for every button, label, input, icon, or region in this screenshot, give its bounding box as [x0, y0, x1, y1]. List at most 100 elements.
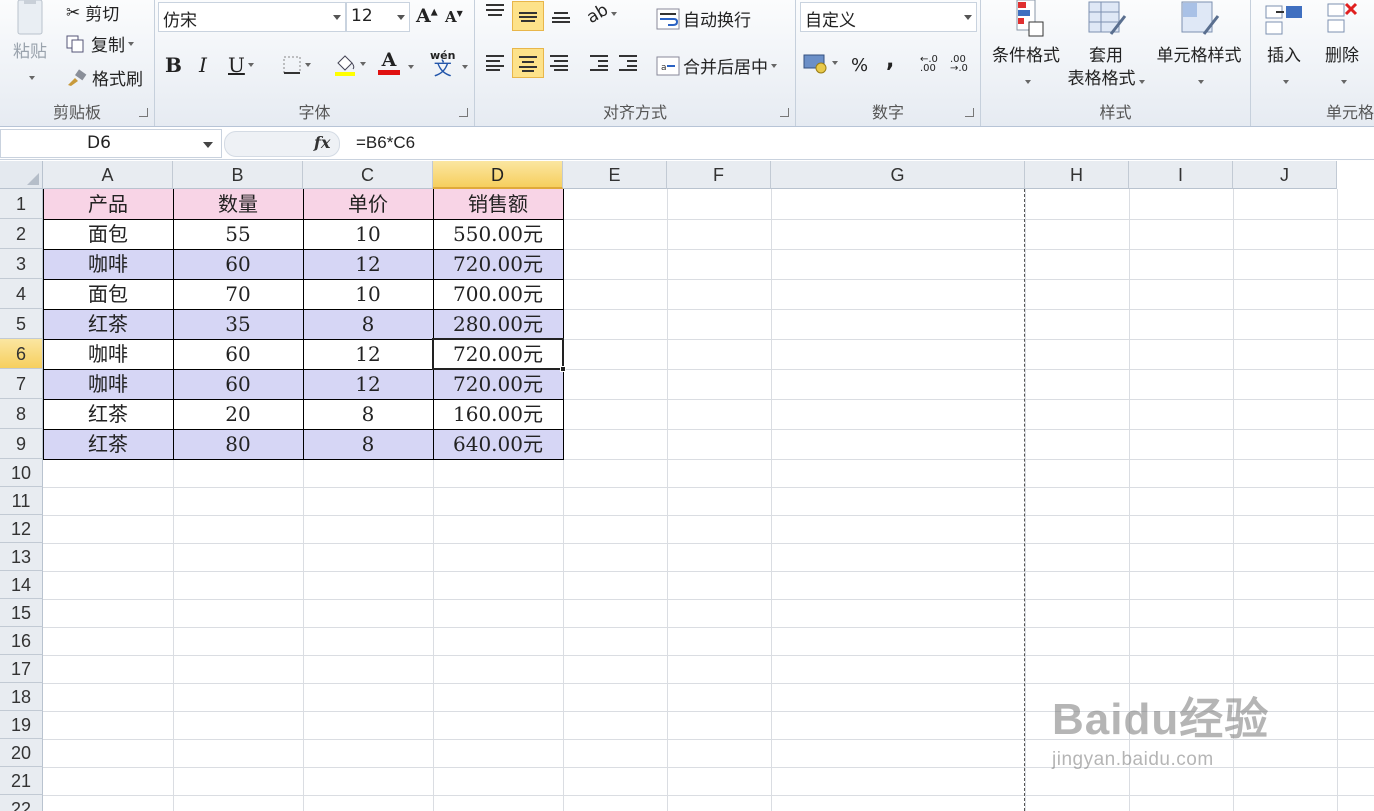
row-header-21[interactable]: 21 [0, 767, 43, 795]
comma-button[interactable]: , [886, 48, 894, 73]
paste-button[interactable]: 粘贴 [6, 0, 54, 87]
font-launcher-icon[interactable] [459, 108, 468, 117]
cell-c2[interactable]: 10 [303, 219, 433, 249]
cell-d3[interactable]: 720.00元 [433, 249, 563, 279]
grow-font-button[interactable]: A▲ [416, 5, 438, 27]
cut-button[interactable]: ✂ 剪切 [66, 0, 119, 26]
clipboard-launcher-icon[interactable] [139, 108, 148, 117]
cell-b2[interactable]: 55 [173, 219, 303, 249]
align-right-button[interactable] [548, 53, 570, 71]
cell-a5[interactable]: 红茶 [43, 309, 173, 339]
cell-b6[interactable]: 60 [173, 339, 303, 369]
middle-align-button[interactable] [512, 1, 544, 31]
insert-button[interactable]: 插入 [1257, 0, 1311, 91]
select-all-button[interactable] [0, 161, 43, 189]
column-header-f[interactable]: F [667, 161, 771, 189]
cell-styles-button[interactable]: 单元格样式 [1150, 0, 1248, 91]
cell-styles-dropdown-icon[interactable] [1197, 80, 1204, 84]
cell-c3[interactable]: 12 [303, 249, 433, 279]
delete-dropdown-icon[interactable] [1340, 80, 1347, 84]
column-header-e[interactable]: E [563, 161, 667, 189]
decrease-indent-button[interactable] [588, 53, 610, 71]
cell-a6[interactable]: 咖啡 [43, 339, 173, 369]
cell-b3[interactable]: 60 [173, 249, 303, 279]
cell-c9[interactable]: 8 [303, 429, 433, 459]
number-format-dropdown-icon[interactable] [964, 15, 972, 20]
header-cell-b1[interactable]: 数量 [173, 189, 303, 219]
font-name-combo[interactable]: 仿宋 [158, 2, 346, 32]
row-header-3[interactable]: 3 [0, 249, 43, 279]
align-center-button[interactable] [512, 48, 544, 78]
cell-d8[interactable]: 160.00元 [433, 399, 563, 429]
merge-center-button[interactable]: a 合并后居中 [656, 53, 777, 78]
row-header-18[interactable]: 18 [0, 683, 43, 711]
header-cell-d1[interactable]: 销售额 [433, 189, 563, 219]
cell-c5[interactable]: 8 [303, 309, 433, 339]
merge-center-dropdown-icon[interactable] [771, 63, 777, 68]
borders-dropdown-icon[interactable] [305, 63, 311, 67]
name-box[interactable]: D6 [0, 129, 222, 158]
worksheet-grid[interactable]: ABCDEFGHIJ 1 2 3 4 5 6 7 8 9 10 11 12 13 14 15 16 17 18 19… [0, 161, 1374, 811]
row-header-1[interactable]: 1 [0, 189, 43, 219]
cell-a2[interactable]: 面包 [43, 219, 173, 249]
formula-input[interactable]: =B6*C6 [356, 133, 415, 153]
accounting-format-button[interactable] [803, 52, 838, 74]
cell-a4[interactable]: 面包 [43, 279, 173, 309]
fill-color-dropdown-icon[interactable] [360, 62, 366, 66]
shrink-font-button[interactable]: A▼ [445, 8, 463, 26]
row-header-7[interactable]: 7 [0, 369, 43, 399]
row-header-15[interactable]: 15 [0, 599, 43, 627]
phonetic-button[interactable]: wén 文 [430, 49, 455, 79]
cell-b7[interactable]: 60 [173, 369, 303, 399]
font-color-button[interactable]: A [378, 51, 400, 75]
cell-c7[interactable]: 12 [303, 369, 433, 399]
align-left-button[interactable] [484, 53, 506, 71]
increase-decimal-button[interactable]: ←.0.00 [920, 55, 938, 74]
row-header-13[interactable]: 13 [0, 543, 43, 571]
row-header-9[interactable]: 9 [0, 429, 43, 459]
top-align-button[interactable] [484, 3, 506, 21]
fill-color-button[interactable] [333, 52, 366, 76]
row-header-10[interactable]: 10 [0, 459, 43, 487]
row-header-14[interactable]: 14 [0, 571, 43, 599]
header-cell-a1[interactable]: 产品 [43, 189, 173, 219]
cell-d9[interactable]: 640.00元 [433, 429, 563, 459]
borders-button[interactable] [282, 55, 311, 75]
cell-c8[interactable]: 8 [303, 399, 433, 429]
format-painter-button[interactable]: 格式刷 [66, 65, 143, 90]
column-header-g[interactable]: G [771, 161, 1025, 189]
orientation-dropdown-icon[interactable] [611, 12, 618, 16]
decrease-decimal-button[interactable]: .00 →.0 [950, 55, 968, 74]
header-cell-c1[interactable]: 单价 [303, 189, 433, 219]
copy-dropdown-icon[interactable] [128, 41, 134, 46]
cell-b8[interactable]: 20 [173, 399, 303, 429]
cell-d5[interactable]: 280.00元 [433, 309, 563, 339]
format-as-table-button[interactable]: 套用 表格格式 [1065, 0, 1147, 91]
column-header-d[interactable]: D [433, 161, 563, 189]
accounting-dropdown-icon[interactable] [832, 61, 838, 65]
column-header-a[interactable]: A [43, 161, 173, 189]
font-size-combo[interactable]: 12 [346, 2, 410, 32]
alignment-launcher-icon[interactable] [780, 108, 789, 117]
wrap-text-button[interactable]: 自动换行 [656, 6, 751, 31]
row-header-17[interactable]: 17 [0, 655, 43, 683]
column-header-i[interactable]: I [1129, 161, 1233, 189]
cell-b4[interactable]: 70 [173, 279, 303, 309]
cell-d7[interactable]: 720.00元 [433, 369, 563, 399]
row-header-2[interactable]: 2 [0, 219, 43, 249]
cell-d4[interactable]: 700.00元 [433, 279, 563, 309]
format-as-table-dropdown-icon[interactable] [1138, 80, 1145, 84]
row-header-11[interactable]: 11 [0, 487, 43, 515]
cell-d2[interactable]: 550.00元 [433, 219, 563, 249]
increase-indent-button[interactable] [617, 53, 639, 71]
font-color-dropdown-icon[interactable] [408, 65, 414, 69]
cell-a7[interactable]: 咖啡 [43, 369, 173, 399]
underline-dropdown-icon[interactable] [247, 63, 254, 67]
active-cell-selection[interactable] [432, 338, 566, 372]
insert-function-icon[interactable]: fx [314, 133, 330, 152]
column-header-j[interactable]: J [1233, 161, 1337, 189]
cell-a9[interactable]: 红茶 [43, 429, 173, 459]
column-header-h[interactable]: H [1025, 161, 1129, 189]
row-header-12[interactable]: 12 [0, 515, 43, 543]
cell-b9[interactable]: 80 [173, 429, 303, 459]
